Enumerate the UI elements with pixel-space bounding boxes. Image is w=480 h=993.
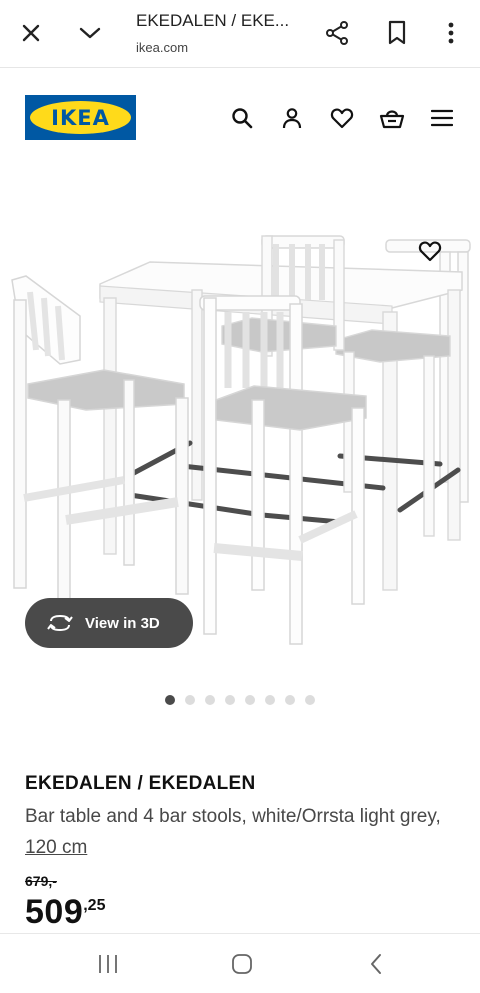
rotate-3d-icon <box>47 614 73 632</box>
page-title[interactable]: EKEDALEN / EKE... <box>136 11 289 31</box>
favourites-icon[interactable] <box>328 104 356 132</box>
carousel-dot[interactable] <box>225 695 235 705</box>
close-icon[interactable] <box>16 18 46 48</box>
previous-price: 679,- <box>25 873 57 889</box>
carousel-dot[interactable] <box>245 695 255 705</box>
add-to-favourites-button[interactable] <box>414 235 446 267</box>
back-icon[interactable] <box>361 949 391 979</box>
logo-ellipse: IKEA <box>30 101 131 134</box>
heart-icon <box>418 241 442 262</box>
view-in-3d-label: View in 3D <box>85 614 160 632</box>
carousel-dot[interactable] <box>285 695 295 705</box>
image-carousel-dots <box>0 695 480 705</box>
product-size-link[interactable]: 120 cm <box>25 837 87 858</box>
product-name: EKEDALEN / EKEDALEN <box>25 773 256 794</box>
system-navigation-bar <box>0 933 480 993</box>
logo-text: IKEA <box>51 105 110 130</box>
carousel-dot[interactable] <box>205 695 215 705</box>
ikea-logo[interactable]: IKEA <box>25 95 136 140</box>
carousel-dot[interactable] <box>305 695 315 705</box>
recent-apps-icon[interactable] <box>93 949 123 979</box>
carousel-dot[interactable] <box>185 695 195 705</box>
more-vert-icon[interactable] <box>436 18 466 48</box>
carousel-dot[interactable] <box>165 695 175 705</box>
site-header: IKEA <box>0 68 480 168</box>
menu-icon[interactable] <box>428 104 456 132</box>
share-icon[interactable] <box>322 18 352 48</box>
page-url[interactable]: ikea.com <box>136 40 188 55</box>
search-icon[interactable] <box>228 104 256 132</box>
view-in-3d-button[interactable]: View in 3D <box>25 598 193 648</box>
bookmark-icon[interactable] <box>382 18 412 48</box>
browser-toolbar: EKEDALEN / EKE... ikea.com <box>0 0 480 68</box>
carousel-dot[interactable] <box>265 695 275 705</box>
price-integer: 509 <box>25 893 84 931</box>
price-decimal: ,25 <box>83 897 106 914</box>
current-price: 509,25 <box>25 893 105 932</box>
chevron-down-icon[interactable] <box>75 18 105 48</box>
account-icon[interactable] <box>278 104 306 132</box>
home-icon[interactable] <box>227 949 257 979</box>
product-description-text: Bar table and 4 bar stools, white/Orrsta… <box>25 806 441 827</box>
basket-icon[interactable] <box>378 104 406 132</box>
product-description: Bar table and 4 bar stools, white/Orrsta… <box>25 801 465 863</box>
